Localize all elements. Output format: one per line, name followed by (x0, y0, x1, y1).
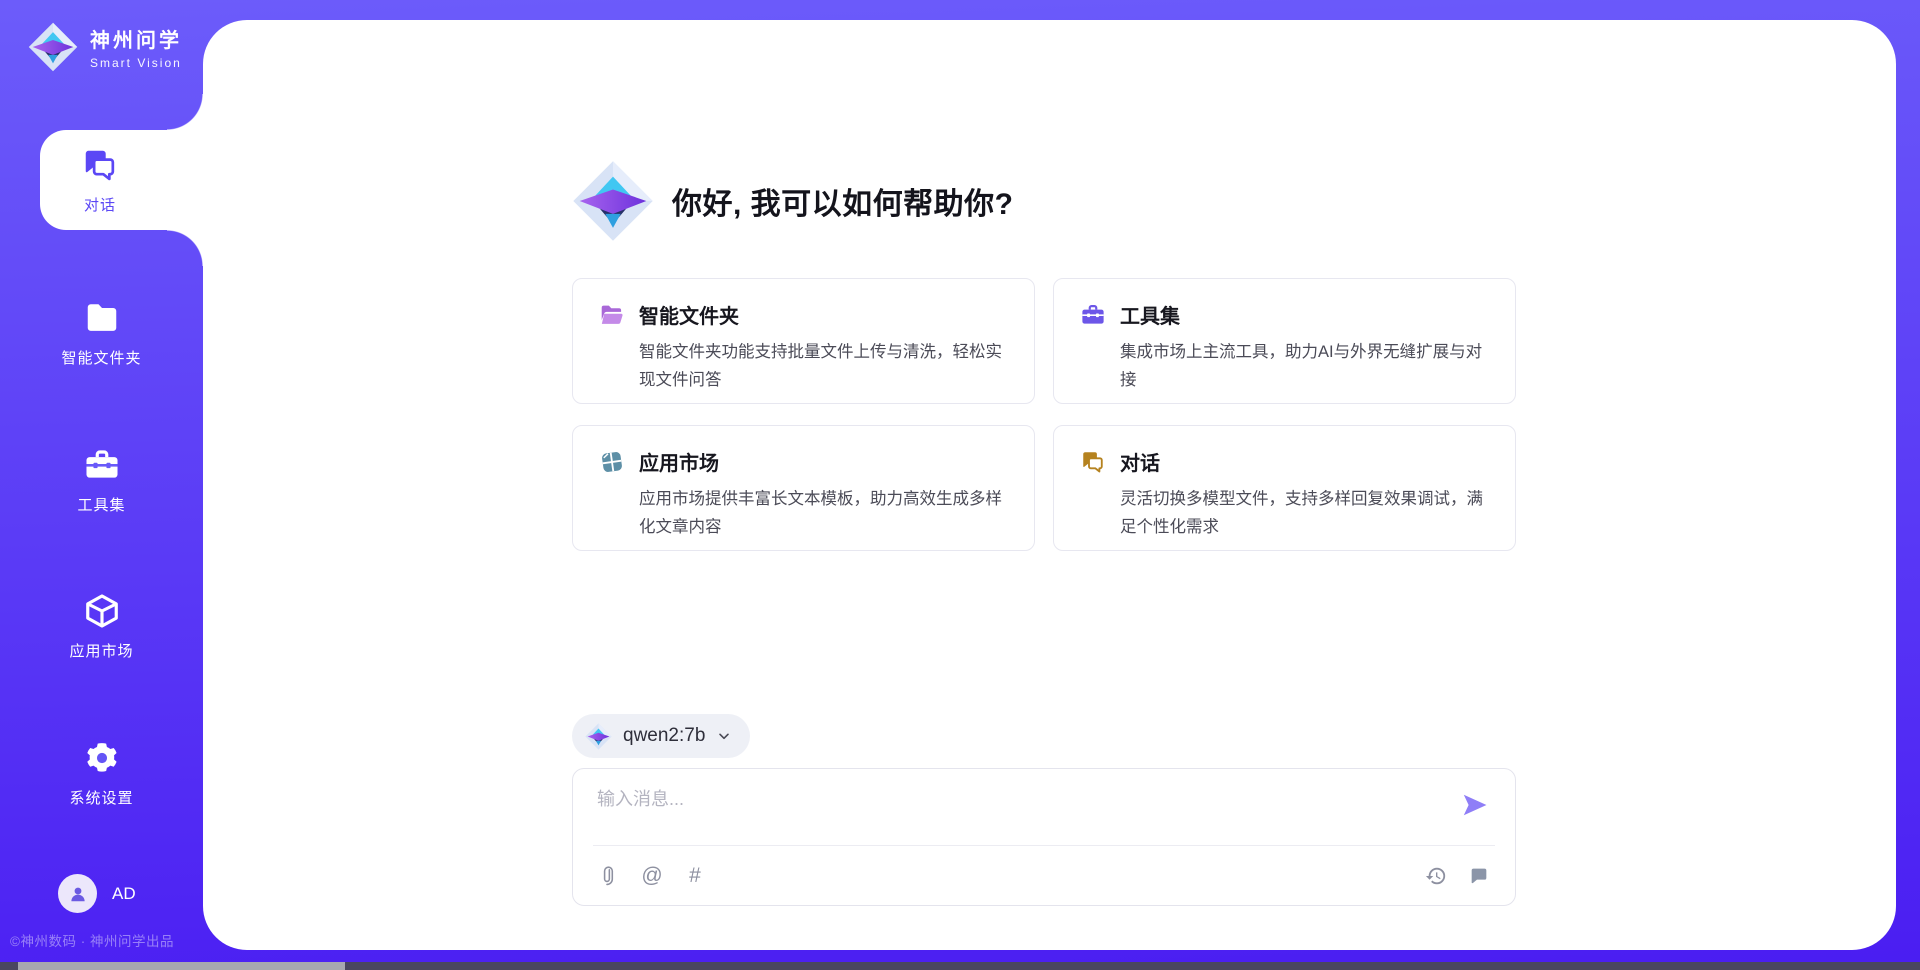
folder-icon (82, 298, 122, 338)
feature-cards: 智能文件夹 智能文件夹功能支持批量文件上传与清洗，轻松实现文件问答 工具 (572, 278, 1516, 551)
card-smart-folder[interactable]: 智能文件夹 智能文件夹功能支持批量文件上传与清洗，轻松实现文件问答 (572, 278, 1035, 404)
toolbox-icon (82, 445, 122, 485)
sidebar-item-label: 智能文件夹 (61, 347, 141, 368)
gear-icon (82, 738, 122, 778)
person-icon (66, 882, 90, 906)
card-toolset[interactable]: 工具集 集成市场上主流工具，助力AI与外界无缝扩展与对接 (1053, 278, 1516, 404)
user-initials: AD (112, 884, 136, 904)
chat-bubbles-icon (1080, 449, 1106, 475)
greeting: 你好, 我可以如何帮助你? (572, 160, 1014, 242)
sidebar-item-settings[interactable]: 系统设置 (0, 723, 203, 823)
greeting-logo-icon (572, 160, 654, 242)
card-title: 应用市场 (639, 447, 719, 476)
sidebar-item-toolset[interactable]: 工具集 (0, 430, 203, 530)
horizontal-scrollbar[interactable] (0, 962, 1920, 970)
briefcase-icon (1080, 302, 1106, 328)
composer: @ # (572, 768, 1516, 906)
card-title: 工具集 (1120, 300, 1180, 329)
sidebar-item-label: 系统设置 (69, 787, 133, 808)
cube-icon (82, 591, 122, 631)
cube-grid-icon (599, 449, 625, 475)
sidebar-item-app-market[interactable]: 应用市场 (0, 576, 203, 676)
card-chat[interactable]: 对话 灵活切换多模型文件，支持多样回复效果调试，满足个性化需求 (1053, 425, 1516, 551)
card-description: 集成市场上主流工具，助力AI与外界无缝扩展与对接 (1120, 338, 1489, 394)
sidebar-item-label: 对话 (84, 194, 116, 215)
card-description: 智能文件夹功能支持批量文件上传与清洗，轻松实现文件问答 (639, 338, 1008, 394)
card-description: 灵活切换多模型文件，支持多样回复效果调试，满足个性化需求 (1120, 485, 1489, 541)
model-name: qwen2:7b (623, 725, 705, 747)
sidebar-item-label: 应用市场 (69, 640, 133, 661)
copyright: ©神州数码 · 神州问学出品 (10, 930, 174, 950)
message-input[interactable] (597, 785, 1437, 839)
sidebar-item-label: 工具集 (77, 494, 125, 515)
card-title: 对话 (1120, 447, 1160, 476)
greeting-title: 你好, 我可以如何帮助你? (672, 179, 1014, 223)
avatar (58, 874, 97, 913)
user-profile[interactable]: AD (58, 874, 136, 913)
sidebar-item-chat[interactable]: 对话 (40, 130, 203, 230)
brand: 神州问学 Smart Vision (28, 22, 182, 72)
brand-diamond-icon (585, 723, 612, 750)
main-content: 你好, 我可以如何帮助你? 智能文件夹 智能文件夹功能支持批量文件上传与清洗，轻… (203, 20, 1896, 950)
brand-logo-icon (28, 22, 78, 72)
horizontal-scrollbar-thumb[interactable] (18, 962, 345, 970)
card-title: 智能文件夹 (639, 300, 739, 329)
card-app-market[interactable]: 应用市场 应用市场提供丰富长文本模板，助力高效生成多样化文章内容 (572, 425, 1035, 551)
brand-subtitle: Smart Vision (90, 56, 182, 70)
at-icon[interactable]: @ (640, 864, 664, 888)
paperclip-icon[interactable] (597, 864, 621, 888)
sidebar-item-smart-folder[interactable]: 智能文件夹 (0, 283, 203, 383)
sidebar: 神州问学 Smart Vision 对话 智能文件夹 (0, 0, 203, 970)
card-description: 应用市场提供丰富长文本模板，助力高效生成多样化文章内容 (639, 485, 1008, 541)
comment-icon[interactable] (1467, 864, 1491, 888)
folder-open-icon (599, 302, 625, 328)
send-icon[interactable] (1459, 789, 1491, 821)
chat-bubbles-icon (80, 145, 120, 185)
hash-icon[interactable]: # (683, 864, 707, 888)
brand-name: 神州问学 (90, 24, 182, 53)
chevron-down-icon (716, 728, 732, 744)
history-icon[interactable] (1424, 864, 1448, 888)
model-selector[interactable]: qwen2:7b (572, 714, 750, 758)
